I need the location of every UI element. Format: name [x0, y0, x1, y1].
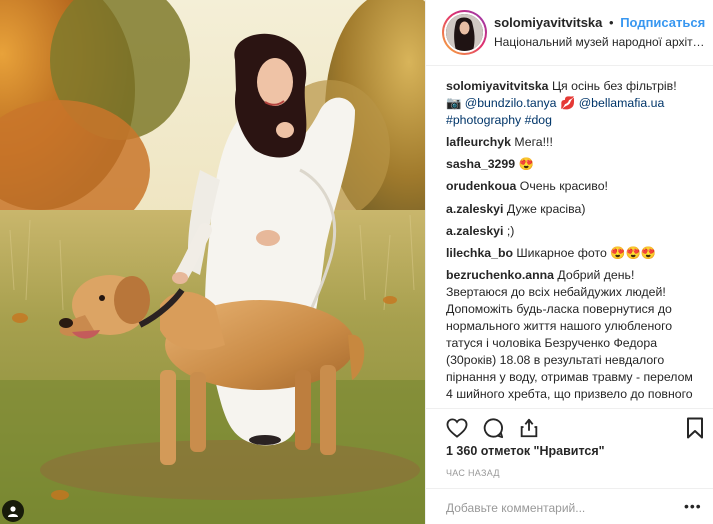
avatar[interactable] — [442, 10, 487, 55]
mention-link[interactable]: @bellamafia.ua — [579, 96, 665, 110]
caption-username[interactable]: solomiyavitvitska — [446, 79, 549, 93]
post-sidebar: solomiyavitvitska • Подписаться Націонал… — [425, 0, 713, 524]
comment-item: sasha_3299 😍 — [446, 156, 698, 173]
comment-item: lafleurchyk Мега!!! — [446, 134, 698, 151]
heart-icon[interactable] — [444, 415, 470, 441]
person-icon — [8, 506, 18, 517]
post-header: solomiyavitvitska • Подписаться Націонал… — [426, 0, 713, 66]
add-comment-bar: ••• — [426, 488, 713, 524]
action-bar — [426, 408, 713, 444]
username-link[interactable]: solomiyavitvitska — [494, 15, 602, 30]
post-photo-art — [0, 0, 425, 524]
comment-text: Очень красиво! — [519, 179, 608, 194]
comment-username[interactable]: lilechka_bo — [446, 246, 513, 260]
comments-list[interactable]: solomiyavitvitska Ця осінь без фільтрів!… — [426, 72, 713, 406]
follow-button[interactable]: Подписаться — [620, 15, 705, 30]
share-icon[interactable] — [516, 415, 542, 441]
comment-text: 😍 — [518, 157, 534, 172]
location-link[interactable]: Національний музей народної архітекту... — [494, 35, 706, 49]
mention-link[interactable]: @bundzilo.tanya — [465, 96, 557, 110]
comment-item: lilechka_bo Шикарное фото 😍😍😍 — [446, 245, 698, 262]
likes-count[interactable]: 1 360 отметок "Нравится" — [446, 444, 605, 458]
comment-text: Шикарное фото 😍😍😍 — [516, 245, 657, 260]
comment-text: Добрий день! Звертаюся до всіх небайдужи… — [446, 268, 693, 406]
comment-input[interactable] — [446, 499, 666, 517]
comment-username[interactable]: bezruchenko.anna — [446, 268, 554, 282]
comment-username[interactable]: sasha_3299 — [446, 157, 515, 171]
comment-icon[interactable] — [480, 415, 506, 441]
comment-item: a.zaleskyi ;) — [446, 223, 698, 240]
camera-emoji: 📷 — [446, 96, 462, 110]
post-photo[interactable] — [0, 0, 425, 524]
comment-text: ;) — [506, 223, 515, 238]
comment-item: orudenkoua Очень красиво! — [446, 178, 698, 195]
comment-text: Мега!!! — [514, 135, 553, 149]
caption-text: Ця осінь без фільтрів! — [551, 79, 677, 93]
comment-username[interactable]: orudenkoua — [446, 179, 516, 193]
comment-username[interactable]: a.zaleskyi — [446, 202, 503, 216]
post-timestamp[interactable]: час назад — [446, 468, 500, 478]
comment-text: Дуже красіва) — [506, 201, 586, 216]
comment-username[interactable]: lafleurchyk — [446, 135, 511, 149]
comment-username[interactable]: a.zaleskyi — [446, 224, 503, 238]
comment-item: bezruchenko.anna Добрий день! Звертаюся … — [446, 267, 698, 406]
kiss-emoji: 💋 — [559, 96, 576, 110]
more-options-icon[interactable]: ••• — [684, 498, 702, 514]
avatar-image — [446, 14, 483, 51]
user-tag-icon[interactable] — [2, 500, 24, 522]
separator-dot: • — [609, 15, 614, 30]
bookmark-icon[interactable] — [682, 415, 708, 441]
comment-item: a.zaleskyi Дуже красіва) — [446, 201, 698, 218]
header-user-line: solomiyavitvitska • Подписаться — [494, 15, 705, 30]
caption: solomiyavitvitska Ця осінь без фільтрів!… — [446, 78, 698, 129]
hashtags[interactable]: #photography #dog — [446, 113, 552, 127]
